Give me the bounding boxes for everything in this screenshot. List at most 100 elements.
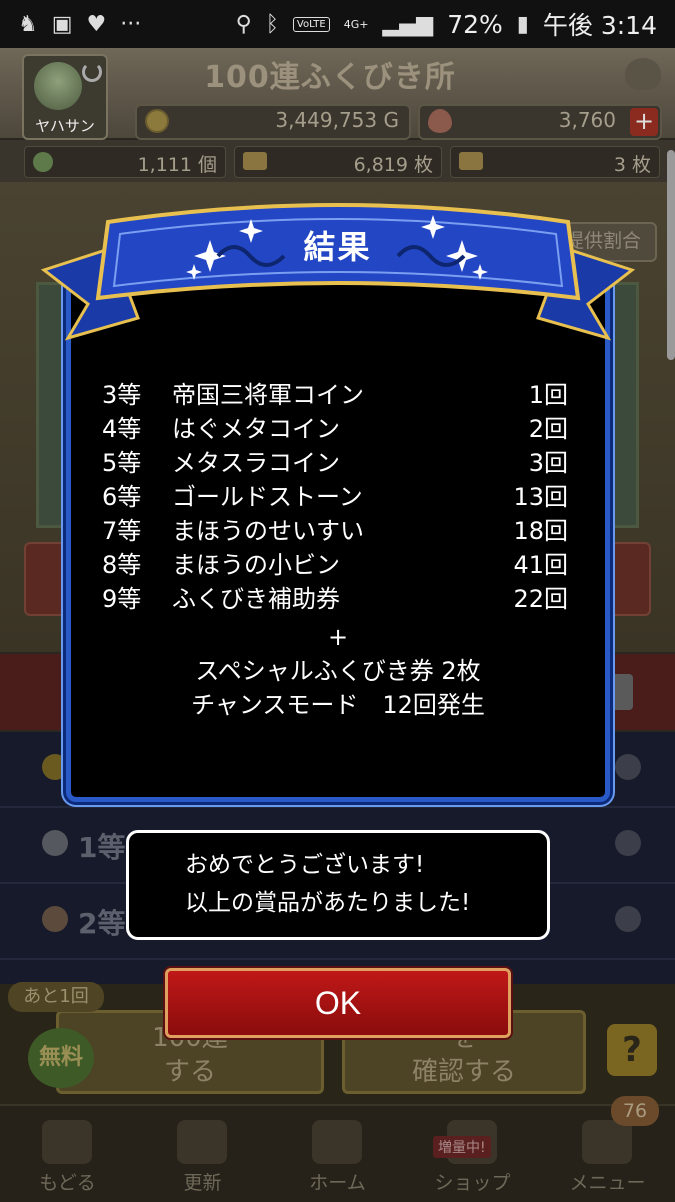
help-button[interactable]: ? <box>607 1024 657 1076</box>
prize-row: 7等 まほうのせいすい 18回 <box>102 514 568 548</box>
prize-count: 41回 <box>513 551 568 579</box>
gem-value: 3,760 <box>558 108 616 132</box>
gold-coin-icon <box>145 109 169 133</box>
prize-row: 9等 ふくびき補助券 22回 <box>102 582 568 616</box>
message-line: 以上の賞品があたりました! <box>185 890 471 916</box>
chevron-right-icon[interactable] <box>615 906 641 932</box>
prize-count: 13回 <box>513 483 568 511</box>
nav-label: もどる <box>39 1172 96 1194</box>
bottom-nav: もどる 更新 ホーム 増量中! ショップ 76 メニュー <box>0 1096 675 1202</box>
gem-counter: 3,760 + <box>418 104 662 140</box>
signal-icon: ▂▄▆ <box>382 11 434 37</box>
player-name: ヤハサン <box>35 117 95 135</box>
free-badge: 無料 <box>28 1028 94 1088</box>
volte-icon: VoLTE <box>292 16 330 32</box>
avatar-image <box>34 62 82 110</box>
network-type: 4G+ <box>343 17 369 31</box>
prize-name: はぐメタコイン <box>172 415 340 443</box>
prize-row: 5等 メタスラコイン 3回 <box>102 446 568 480</box>
draw-100-sublabel: する <box>163 1057 216 1087</box>
prize-rank: 4等 <box>102 415 142 443</box>
prize-row: 4等 はぐメタコイン 2回 <box>102 412 568 446</box>
battery-icon: ▮ <box>516 11 529 37</box>
home-dragon-icon <box>312 1120 362 1164</box>
chevron-right-icon[interactable] <box>615 830 641 856</box>
prize-row: 8等 まほうの小ビン 41回 <box>102 548 568 582</box>
bronze-ball-icon <box>42 906 68 932</box>
nav-label: ショップ <box>434 1172 511 1194</box>
prize-row: 6等 ゴールドストーン 13回 <box>102 480 568 514</box>
prize-count: 1回 <box>528 381 568 409</box>
gem-cluster-icon <box>33 152 53 172</box>
prize-name: メタスラコイン <box>172 449 340 477</box>
silver-ball-icon <box>42 830 68 856</box>
prize-row: 3等 帝国三将軍コイン 1回 <box>102 378 568 412</box>
ok-button[interactable]: OK <box>165 968 511 1038</box>
refresh-icon <box>82 62 102 82</box>
slime-icon[interactable] <box>625 58 661 90</box>
menu-badge: 76 <box>611 1096 659 1126</box>
nav-home[interactable]: ホーム <box>270 1106 405 1202</box>
congrats-message: おめでとうございます! 以上の賞品があたりました! <box>126 830 550 940</box>
battery-percent: 72% <box>447 9 503 39</box>
add-gems-button[interactable]: + <box>630 108 658 136</box>
location-icon: ⚲ <box>235 11 252 37</box>
counter-value: 6,819 枚 <box>353 154 433 176</box>
counter-value: 1,111 個 <box>137 154 217 176</box>
prize-table: 3等 帝国三将軍コイン 1回 4等 はぐメタコイン 2回 5等 メタスラコイン … <box>102 378 568 616</box>
back-arrow-icon <box>42 1120 92 1164</box>
prize-name: まほうのせいすい <box>172 517 364 545</box>
refresh-icon <box>177 1120 227 1164</box>
prize-name: ふくびき補助券 <box>172 585 340 613</box>
remaining-badge: あと1回 <box>8 982 104 1012</box>
special-ticket-icon <box>459 152 483 170</box>
chance-mode-text: チャンスモード 12回発生 <box>191 691 485 719</box>
counter-gems-items: 1,111 個 <box>24 146 226 178</box>
prize-count: 18回 <box>513 517 568 545</box>
nav-back[interactable]: もどる <box>0 1106 135 1202</box>
result-ribbon <box>40 203 636 341</box>
nav-menu[interactable]: 76 メニュー <box>540 1096 675 1202</box>
menu-dots-icon <box>582 1120 632 1164</box>
nav-label: メニュー <box>569 1172 646 1194</box>
prize-name: ゴールドストーン <box>172 483 363 511</box>
ticket-icon <box>243 152 267 170</box>
row-label: 1等 <box>78 831 126 864</box>
screen-title: 100連ふくびき所 <box>204 60 456 95</box>
top-header: ヤハサン 100連ふくびき所 3,449,753 G 3,760 + <box>0 48 675 140</box>
gem-icon <box>428 109 452 133</box>
special-tickets-text: スペシャルふくびき券 2枚 <box>195 657 481 685</box>
player-avatar[interactable]: ヤハサン <box>22 54 108 140</box>
heart-icon: ♥ <box>86 11 107 37</box>
bonus-summary: + スペシャルふくびき券 2枚 チャンスモード 12回発生 <box>66 620 610 722</box>
bluetooth-icon: ᛒ <box>265 11 279 37</box>
plus-sign: + <box>327 623 349 651</box>
previous-sublabel: 確認する <box>411 1057 516 1087</box>
row-label: 2等 <box>78 907 126 940</box>
prize-name: まほうの小ビン <box>172 551 340 579</box>
prize-count: 2回 <box>528 415 568 443</box>
prize-rank: 9等 <box>102 585 142 613</box>
chevron-right-icon[interactable] <box>615 754 641 780</box>
shop-boost-tag: 増量中! <box>433 1136 491 1158</box>
counter-tickets: 6,819 枚 <box>234 146 442 178</box>
prize-name: 帝国三将軍コイン <box>172 381 364 409</box>
prize-count: 22回 <box>513 585 568 613</box>
prize-rank: 5等 <box>102 449 142 477</box>
counter-special-tickets: 3 枚 <box>450 146 660 178</box>
prize-rank: 8等 <box>102 551 142 579</box>
gold-ball-icon <box>42 754 68 780</box>
gold-value: 3,449,753 G <box>275 108 399 132</box>
item-counters: 1,111 個 6,819 枚 3 枚 <box>0 140 675 182</box>
nav-refresh[interactable]: 更新 <box>135 1106 270 1202</box>
app-notification-icon: ♞ <box>18 11 38 37</box>
prize-rank: 7等 <box>102 517 142 545</box>
prize-rank: 6等 <box>102 483 142 511</box>
nav-shop[interactable]: 増量中! ショップ <box>405 1106 540 1202</box>
message-line: おめでとうございます! <box>185 852 425 878</box>
image-notification-icon: ▣ <box>51 11 73 37</box>
gold-counter: 3,449,753 G <box>135 104 411 140</box>
clock: 午後 3:14 <box>542 11 657 40</box>
result-title: 結果 <box>303 228 372 266</box>
nav-label: ホーム <box>309 1172 366 1194</box>
